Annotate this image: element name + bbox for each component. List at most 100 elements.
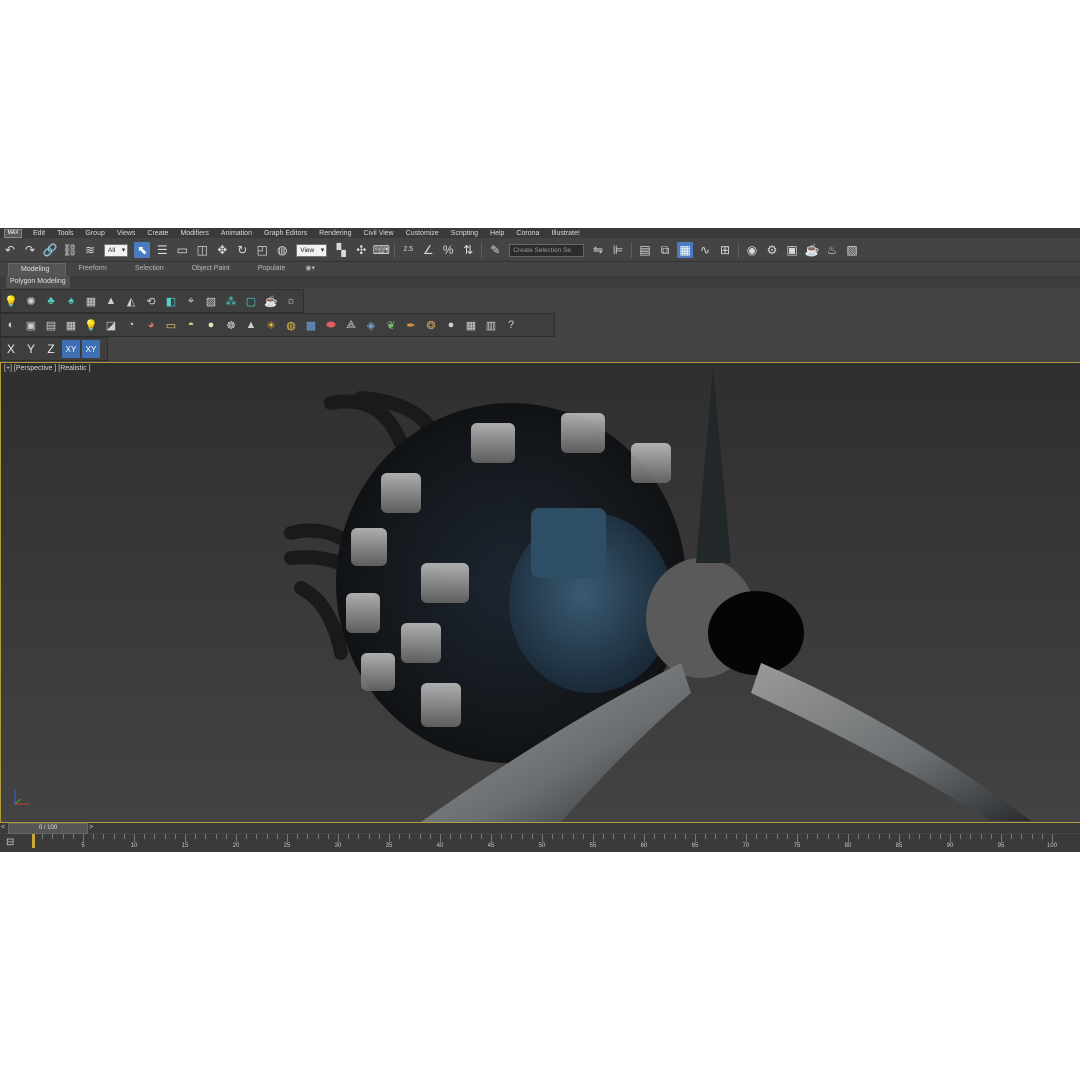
spot-light-icon[interactable]: ◭ — [123, 293, 139, 309]
ies-light-icon[interactable]: ☸ — [223, 317, 239, 333]
menu-scripting[interactable]: Scripting — [446, 230, 485, 237]
link-icon[interactable]: 🔗 — [42, 242, 58, 258]
radial-icon[interactable]: ◔ — [123, 317, 139, 333]
align-icon[interactable]: ⊫ — [610, 242, 626, 258]
axis-z-button[interactable]: Z — [42, 340, 60, 358]
tab-object-paint[interactable]: Object Paint — [180, 263, 246, 275]
sun-light-icon[interactable]: ✺ — [23, 293, 39, 309]
redo-icon[interactable]: ↷ — [22, 242, 38, 258]
rendered-frame-window-icon[interactable]: ▣ — [784, 242, 800, 258]
frame-icon[interactable]: ▢ — [243, 293, 259, 309]
render-setup-icon[interactable]: ⚙ — [764, 242, 780, 258]
schematic-view-icon[interactable]: ⊞ — [717, 242, 733, 258]
selection-filter-dropdown[interactable]: All — [104, 243, 129, 257]
perspective-viewport[interactable]: [+] [Perspective ] [Realistic ] — [0, 362, 1080, 823]
track-filter-icon[interactable]: ⊟ — [6, 837, 14, 848]
tree-icon[interactable]: ♠ — [63, 293, 79, 309]
teal-box-icon[interactable]: ◧ — [163, 293, 179, 309]
menu-corona[interactable]: Corona — [511, 230, 546, 237]
light-lister-icon[interactable]: 💡 — [83, 317, 99, 333]
rectangular-selection-icon[interactable]: ▭ — [174, 242, 190, 258]
displace-icon[interactable]: ✒ — [403, 317, 419, 333]
light-bulb-icon[interactable]: 💡 — [3, 293, 19, 309]
teapot-icon[interactable]: ☕ — [263, 293, 279, 309]
sky-icon[interactable]: ◍ — [283, 317, 299, 333]
curve-editor-icon[interactable]: ∿ — [697, 242, 713, 258]
ribbon-toggle-icon[interactable]: ▦ — [677, 242, 694, 258]
menu-customize[interactable]: Customize — [401, 230, 446, 237]
menu-modifiers[interactable]: Modifiers — [175, 230, 215, 237]
pivot-center-icon[interactable]: ▚ — [333, 242, 349, 258]
next-frame-button[interactable]: > — [89, 823, 93, 833]
menu-help[interactable]: Help — [485, 230, 511, 237]
snap-toggle-icon[interactable]: 2.5 — [400, 242, 416, 258]
window-crossing-icon[interactable]: ◫ — [194, 242, 210, 258]
cone-icon[interactable]: ▲ — [243, 317, 259, 333]
unlink-icon[interactable]: ⛓ — [62, 242, 78, 258]
spreadsheet-icon[interactable]: ▦ — [63, 317, 79, 333]
polygon-modeling-panel[interactable]: Polygon Modeling — [6, 276, 70, 288]
keyboard-shortcut-icon[interactable]: ⌨ — [373, 242, 390, 258]
layer-explorer-icon[interactable]: ⧉ — [657, 242, 673, 258]
dual-lights-icon[interactable]: ◕ — [143, 317, 159, 333]
scene-explorer-icon[interactable]: ▤ — [637, 242, 653, 258]
fur-icon[interactable]: ❦ — [383, 317, 399, 333]
camera-icon[interactable]: ◐ — [3, 317, 19, 333]
spinner-snap-icon[interactable]: ⇅ — [460, 242, 476, 258]
edit-named-selection-icon[interactable]: ✎ — [487, 242, 503, 258]
select-scale-icon[interactable]: ◰ — [254, 242, 270, 258]
bulb-outline-icon[interactable]: ☼ — [283, 293, 299, 309]
menu-group[interactable]: Group — [80, 230, 111, 237]
shell-icon[interactable]: ❂ — [423, 317, 439, 333]
select-by-name-icon[interactable]: ☰ — [154, 242, 170, 258]
tab-modeling[interactable]: Modeling — [8, 262, 67, 276]
help-icon[interactable]: ? — [503, 317, 519, 333]
cone-light-icon[interactable]: ▲ — [103, 293, 119, 309]
select-rotate-icon[interactable]: ↻ — [234, 242, 250, 258]
frame-buffer-icon[interactable]: ▥ — [483, 317, 499, 333]
mirror-icon[interactable]: ⇋ — [590, 242, 606, 258]
render-production-icon[interactable]: ☕ — [804, 242, 820, 258]
bind-space-warp-icon[interactable]: ≋ — [82, 242, 98, 258]
menu-views[interactable]: Views — [112, 230, 143, 237]
undo-icon[interactable]: ↶ — [2, 242, 18, 258]
time-slider[interactable]: 0 / 100 — [8, 823, 88, 834]
tab-populate[interactable]: Populate — [246, 263, 302, 275]
grid-table-icon[interactable]: ▦ — [83, 293, 99, 309]
menu-rendering[interactable]: Rendering — [314, 230, 358, 237]
sphere-light-icon[interactable]: ● — [203, 317, 219, 333]
material-editor-icon[interactable]: ◉ — [744, 242, 760, 258]
menu-create[interactable]: Create — [142, 230, 175, 237]
place-icon[interactable]: ◍ — [274, 242, 290, 258]
plane-light-icon[interactable]: ▭ — [163, 317, 179, 333]
select-move-icon[interactable]: ✥ — [214, 242, 230, 258]
refresh-icon[interactable]: ⟲ — [143, 293, 159, 309]
select-object-icon[interactable]: ⬉ — [134, 242, 151, 258]
angle-snap-icon[interactable]: ∠ — [420, 242, 436, 258]
notepad-icon[interactable]: ▤ — [43, 317, 59, 333]
reference-coordinate-dropdown[interactable]: View — [296, 243, 328, 257]
axis-y-button[interactable]: Y — [22, 340, 40, 358]
menu-tools[interactable]: Tools — [52, 230, 80, 237]
pills-icon[interactable]: ⬬ — [323, 317, 339, 333]
menu-animation[interactable]: Animation — [216, 230, 259, 237]
track-bar[interactable]: ⊟ 5 10 15 20 25 30 35 40 45 50 55 60 65 70 75 80 85 90 95 1… — [0, 834, 1080, 852]
menu-illustrate[interactable]: Illustrate! — [546, 230, 586, 237]
scatter-icon[interactable]: ⁂ — [223, 293, 239, 309]
image-frame-icon[interactable]: ▨ — [203, 293, 219, 309]
globe-icon[interactable]: ◈ — [363, 317, 379, 333]
prev-frame-button[interactable]: < — [1, 823, 5, 833]
axis-x-button[interactable]: X — [2, 340, 20, 358]
tab-selection[interactable]: Selection — [123, 263, 180, 275]
axis-xy-button[interactable]: XY — [62, 340, 80, 358]
frame-ruler[interactable]: 5 10 15 20 25 30 35 40 45 50 55 60 65 70 75 80 85 90 95 100 — [32, 834, 1057, 852]
material-sphere-icon[interactable]: ● — [443, 317, 459, 333]
manipulate-icon[interactable]: ✣ — [353, 242, 369, 258]
menu-civil-view[interactable]: Civil View — [358, 230, 400, 237]
named-selection-dropdown[interactable]: Create Selection Se — [509, 243, 585, 257]
axis-xy-cycle-button[interactable]: XY — [82, 340, 100, 358]
ribbon-options-icon[interactable]: ◉▾ — [301, 263, 319, 275]
dome-light-icon[interactable]: ◓ — [183, 317, 199, 333]
render-iterative-icon[interactable]: ♨ — [824, 242, 840, 258]
render-in-cloud-icon[interactable]: ▧ — [844, 242, 860, 258]
